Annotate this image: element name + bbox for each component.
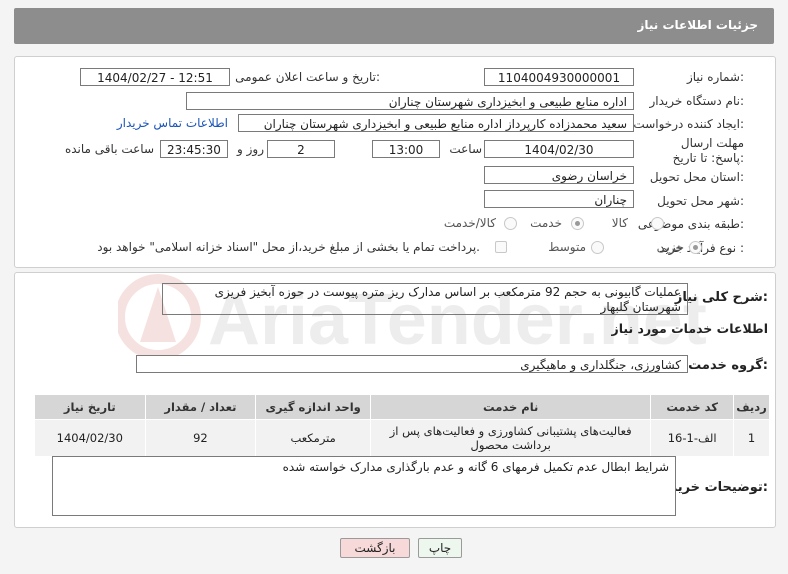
page-title: جزئیات اطلاعات نیاز <box>637 18 758 32</box>
col-row-number: ردیف <box>732 394 771 420</box>
cell-service-name: فعالیت‌های پشتیبانی کشاورزی و فعالیت‌های… <box>370 419 652 457</box>
description-box: عملیات گابیونی به حجم 92 مترمکعب بر اساس… <box>162 283 688 315</box>
buyer-notes-text: شرایط ابطال عدم تکمیل فرمهای 6 گانه و عد… <box>282 460 669 474</box>
purchase-option-medium: متوسط <box>548 240 586 254</box>
cell-service-code: الف-1-16 <box>650 419 734 457</box>
cell-row-number: 1 <box>732 419 771 457</box>
services-section-title: اطلاعات خدمات مورد نیاز <box>611 321 769 336</box>
deadline-time-label: ساعت <box>449 142 482 156</box>
need-number-field: 1104004930000001 <box>484 68 634 86</box>
cell-need-date: 1404/02/30 <box>34 419 146 457</box>
buyer-org-field: اداره منابع طبیعی و ابخیزداری شهرستان چن… <box>186 92 634 110</box>
buyer-org-label: نام دستگاه خریدار: <box>649 94 745 108</box>
treasury-note: پرداخت تمام یا بخشی از مبلغ خرید،از محل … <box>97 240 480 254</box>
cell-quantity: 92 <box>144 419 257 457</box>
creator-field: سعید محمدزاده کارپرداز اداره منابع طبیعی… <box>238 114 634 132</box>
buyer-contact-link[interactable]: اطلاعات تماس خریدار <box>117 116 228 130</box>
need-info-panel <box>14 56 776 268</box>
services-table: ردیف کد خدمت نام خدمت واحد اندازه گیری ت… <box>34 394 771 457</box>
col-service-name: نام خدمت <box>370 394 652 420</box>
deadline-label: مهلت ارسال پاسخ: تا تاریخ: <box>668 136 744 166</box>
category-radio-goods[interactable] <box>651 217 664 230</box>
print-button[interactable]: چاپ <box>418 538 462 558</box>
service-group-field: کشاورزی، جنگلداری و ماهیگیری <box>136 355 688 373</box>
service-group-label: گروه خدمت: <box>688 358 768 373</box>
creator-label: ایجاد کننده درخواست: <box>633 117 744 131</box>
remaining-time-field: 23:45:30 <box>160 140 228 158</box>
province-field: خراسان رضوی <box>484 166 634 184</box>
days-label: روز و <box>237 142 264 156</box>
purchase-radio-minor[interactable] <box>689 241 702 254</box>
category-option-service: خدمت <box>530 216 562 230</box>
city-label: شهر محل تحویل: <box>657 194 744 208</box>
deadline-time-field: 13:00 <box>372 140 440 158</box>
col-quantity: تعداد / مقدار <box>144 394 257 420</box>
city-field: چناران <box>484 190 634 208</box>
days-field: 2 <box>267 140 335 158</box>
province-label: استان محل تحویل: <box>649 170 744 184</box>
col-unit: واحد اندازه گیری <box>255 394 372 420</box>
category-radio-service[interactable] <box>571 217 584 230</box>
deadline-label-text: مهلت ارسال پاسخ: تا تاریخ: <box>672 136 744 165</box>
description-label: شرح کلی نیاز: <box>674 290 768 305</box>
deadline-date-field: 1404/02/30 <box>484 140 634 158</box>
remaining-label: ساعت باقی مانده <box>64 142 154 156</box>
announce-field: 1404/02/27 - 12:51 <box>80 68 230 86</box>
buyer-notes-box: شرایط ابطال عدم تکمیل فرمهای 6 گانه و عد… <box>52 456 676 516</box>
page-header: جزئیات اطلاعات نیاز <box>14 8 774 44</box>
purchase-option-minor: جزیی <box>656 240 684 254</box>
cell-unit: مترمکعب <box>255 419 372 457</box>
description-text: عملیات گابیونی به حجم 92 مترمکعب بر اساس… <box>214 285 681 314</box>
category-radio-goods-service[interactable] <box>504 217 517 230</box>
category-option-goods: کالا <box>611 216 628 230</box>
back-button[interactable]: بازگشت <box>340 538 410 558</box>
announce-label: تاریخ و ساعت اعلان عمومی: <box>235 70 380 84</box>
need-number-label: شماره نیاز: <box>686 70 744 84</box>
col-need-date: تاریخ نیاز <box>34 394 146 420</box>
col-service-code: کد خدمت <box>650 394 734 420</box>
category-option-goods-service: کالا/خدمت <box>443 216 496 230</box>
services-table-header: ردیف کد خدمت نام خدمت واحد اندازه گیری ت… <box>34 394 771 420</box>
table-row: 1 الف-1-16 فعالیت‌های پشتیبانی کشاورزی و… <box>34 419 771 457</box>
treasury-checkbox[interactable] <box>495 241 507 253</box>
purchase-radio-medium[interactable] <box>591 241 604 254</box>
